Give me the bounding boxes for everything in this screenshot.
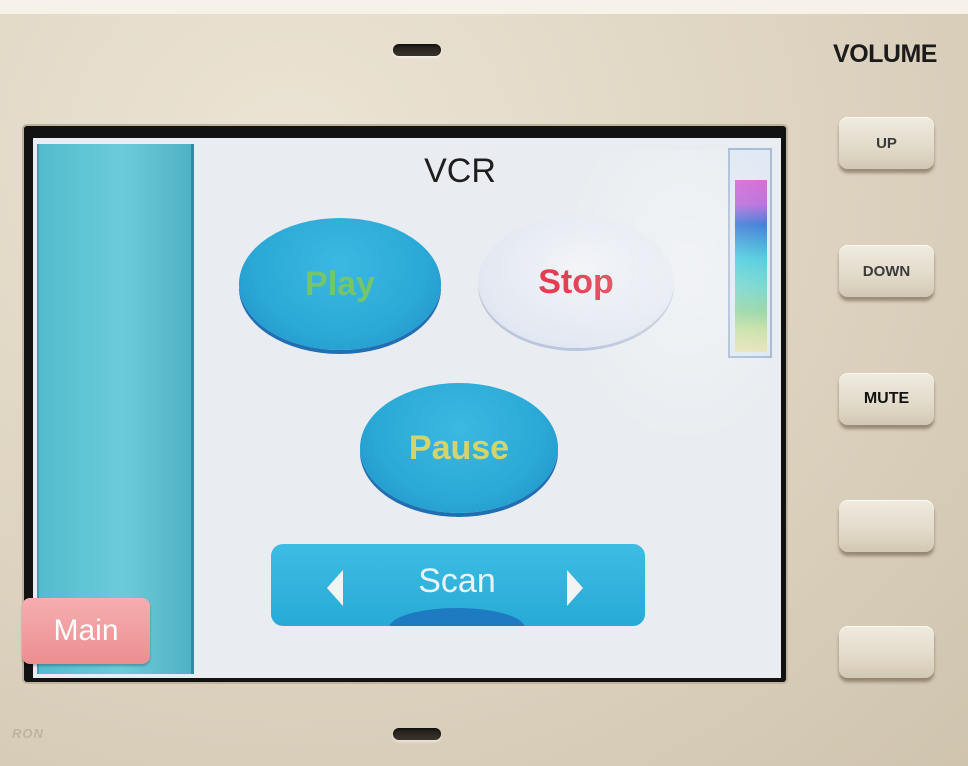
volume-down-button[interactable]: DOWN [839,245,934,297]
stop-button-label: Stop [538,262,614,301]
volume-up-button[interactable]: UP [839,117,934,169]
pause-button[interactable]: Pause [360,383,558,513]
top-speaker-slot [393,44,441,56]
sidebar-panel [37,144,194,674]
volume-meter [728,148,772,358]
blank-hardware-button-2[interactable] [839,626,934,678]
triangle-left-icon[interactable] [327,570,343,606]
scan-control: Scan [271,544,645,626]
main-button[interactable]: Main [22,598,150,664]
pause-button-label: Pause [408,428,510,467]
play-button-label: Play [305,264,375,303]
bottom-speaker-slot [393,728,441,740]
scan-label[interactable]: Scan [389,562,525,601]
mute-button[interactable]: MUTE [839,373,934,425]
page-title: VCR [424,152,496,190]
blank-hardware-button-1[interactable] [839,500,934,552]
volume-label: VOLUME [833,40,937,68]
touch-panel-device: RON VOLUME UP DOWN MUTE Main VCR Play St… [0,0,968,766]
volume-meter-fill [735,180,767,352]
scan-knob [389,608,525,626]
triangle-right-icon[interactable] [567,570,583,606]
brand-logo: RON [12,726,44,741]
stop-button[interactable]: Stop [478,216,674,348]
play-button[interactable]: Play [239,218,441,350]
